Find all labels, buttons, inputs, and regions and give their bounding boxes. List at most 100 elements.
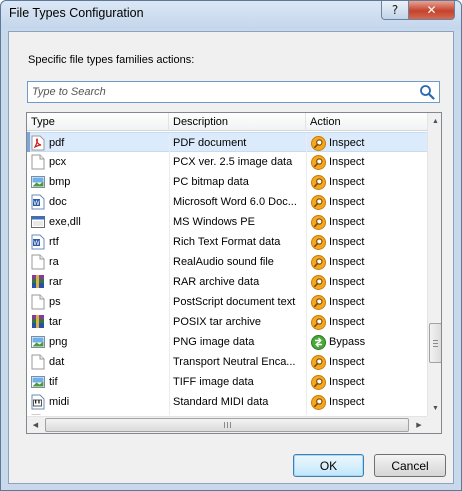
row-description: POSIX tar archive [173, 316, 262, 328]
row-description: PC bitmap data [173, 176, 249, 188]
row-action[interactable]: Inspect [329, 152, 364, 172]
column-header-description[interactable]: Description [169, 113, 306, 131]
inspect-icon[interactable] [311, 195, 326, 210]
row-description: Standard MIDI data [173, 396, 269, 408]
row-action[interactable]: Inspect [329, 352, 364, 372]
table-row[interactable]: exe,dll MS Windows PE Inspect [27, 212, 427, 232]
column-header-action[interactable]: Action [306, 113, 427, 131]
scroll-right-arrow-icon[interactable]: ▶ [411, 417, 427, 433]
row-action[interactable]: Inspect [329, 292, 364, 312]
search-input[interactable] [32, 83, 412, 101]
image-file-icon [31, 334, 45, 350]
title-bar[interactable]: File Types Configuration ? ✕ [1, 1, 461, 29]
archive-file-icon [31, 314, 45, 330]
row-action[interactable]: Inspect [329, 232, 364, 252]
inspect-icon[interactable] [311, 235, 326, 250]
table-row[interactable]: Wrtf Rich Text Format data Inspect [27, 232, 427, 252]
row-description: PNG image data [173, 336, 255, 348]
table-body: pdf PDF document Inspect pcx PCX ver. 2.5 im… [27, 132, 427, 415]
table-row[interactable]: bmp PC bitmap data Inspect [27, 172, 427, 192]
row-description: PostScript document text [173, 296, 296, 308]
help-button[interactable]: ? [381, 1, 409, 20]
row-action[interactable]: Inspect [329, 252, 364, 272]
blank-file-icon [31, 154, 45, 170]
image-file-icon [31, 374, 45, 390]
vertical-scroll-thumb[interactable] [429, 323, 441, 363]
row-type: rar [49, 276, 63, 288]
inspect-icon[interactable] [311, 215, 326, 230]
bypass-icon[interactable] [311, 335, 326, 350]
table-row[interactable]: pdf PDF document Inspect [27, 132, 427, 153]
row-type: doc [49, 196, 67, 208]
window-title: File Types Configuration [9, 6, 144, 20]
row-type: ra [49, 256, 59, 268]
row-description: Transport Neutral Enca... [173, 356, 296, 368]
blank-file-icon [31, 414, 45, 415]
horizontal-scroll-thumb[interactable] [45, 418, 409, 432]
row-action[interactable]: Inspect [329, 412, 364, 415]
cancel-button[interactable]: Cancel [374, 454, 446, 477]
row-action[interactable]: Inspect [329, 312, 364, 332]
row-action[interactable]: Inspect [329, 172, 364, 192]
table-row[interactable]: dat Transport Neutral Enca... Inspect [27, 352, 427, 372]
table-row[interactable]: tar POSIX tar archive Inspect [27, 312, 427, 332]
ok-button[interactable]: OK [293, 454, 364, 477]
dialog-body: Specific file types families actions: Ty… [8, 31, 454, 484]
table-row[interactable]: midi Standard MIDI data Inspect [27, 392, 427, 412]
row-description: RAR archive data [173, 276, 260, 288]
inspect-icon[interactable] [311, 395, 326, 410]
exe-file-icon [31, 214, 45, 230]
inspect-icon[interactable] [311, 175, 326, 190]
table-row[interactable]: ps PostScript document text Inspect [27, 292, 427, 312]
scrollbar-corner [427, 416, 441, 433]
row-description: Rich Text Format data [173, 236, 281, 248]
table-row[interactable]: Wdoc Microsoft Word 6.0 Doc... Inspect [27, 192, 427, 212]
scroll-up-arrow-icon[interactable]: ▲ [428, 113, 441, 129]
row-action[interactable]: Bypass [329, 332, 365, 352]
inspect-icon[interactable] [311, 315, 326, 330]
row-type: tar [49, 316, 62, 328]
dialog-window: File Types Configuration ? ✕ Specific fi… [0, 0, 462, 491]
table-row[interactable]: pcx PCX ver. 2.5 image data Inspect [27, 152, 427, 172]
table-row[interactable]: rar RAR archive data Inspect [27, 272, 427, 292]
word-file-icon: W [31, 234, 45, 250]
section-label: Specific file types families actions: [28, 54, 195, 66]
vertical-scrollbar[interactable]: ▲ ▼ [427, 113, 441, 416]
blank-file-icon [31, 294, 45, 310]
row-type: png [49, 336, 68, 348]
inspect-icon[interactable] [311, 255, 326, 270]
blank-file-icon [31, 354, 45, 370]
search-icon[interactable] [419, 84, 435, 100]
scroll-down-arrow-icon[interactable]: ▼ [428, 400, 441, 416]
svg-text:W: W [33, 199, 40, 207]
close-button[interactable]: ✕ [408, 1, 455, 20]
row-action[interactable]: Inspect [329, 392, 364, 412]
column-header-type[interactable]: Type [27, 113, 169, 131]
row-action[interactable]: Inspect [329, 133, 364, 153]
inspect-icon[interactable] [311, 155, 326, 170]
row-action[interactable]: Inspect [329, 212, 364, 232]
search-box [27, 81, 440, 103]
row-type: sh [49, 412, 61, 415]
scroll-left-arrow-icon[interactable]: ◀ [27, 417, 44, 433]
inspect-icon[interactable] [311, 136, 326, 151]
archive-file-icon [31, 274, 45, 290]
row-action[interactable]: Inspect [329, 272, 364, 292]
image-file-icon [31, 174, 45, 190]
row-type: dat [49, 356, 65, 368]
inspect-icon[interactable] [311, 375, 326, 390]
inspect-icon[interactable] [311, 295, 326, 310]
row-description: PCX ver. 2.5 image data [173, 156, 293, 168]
row-action[interactable]: Inspect [329, 192, 364, 212]
table-row[interactable]: sh shell archive text Inspect [27, 412, 427, 415]
inspect-icon[interactable] [311, 355, 326, 370]
table-row[interactable]: ra RealAudio sound file Inspect [27, 252, 427, 272]
inspect-icon[interactable] [311, 275, 326, 290]
table-row[interactable]: png PNG image data Bypass [27, 332, 427, 352]
horizontal-scrollbar[interactable]: ◀ ▶ [27, 416, 427, 433]
row-type: exe,dll [49, 216, 81, 228]
row-action[interactable]: Inspect [329, 372, 364, 392]
pdf-file-icon [31, 135, 45, 151]
table-row[interactable]: tif TIFF image data Inspect [27, 372, 427, 392]
midi-file-icon [31, 394, 45, 410]
